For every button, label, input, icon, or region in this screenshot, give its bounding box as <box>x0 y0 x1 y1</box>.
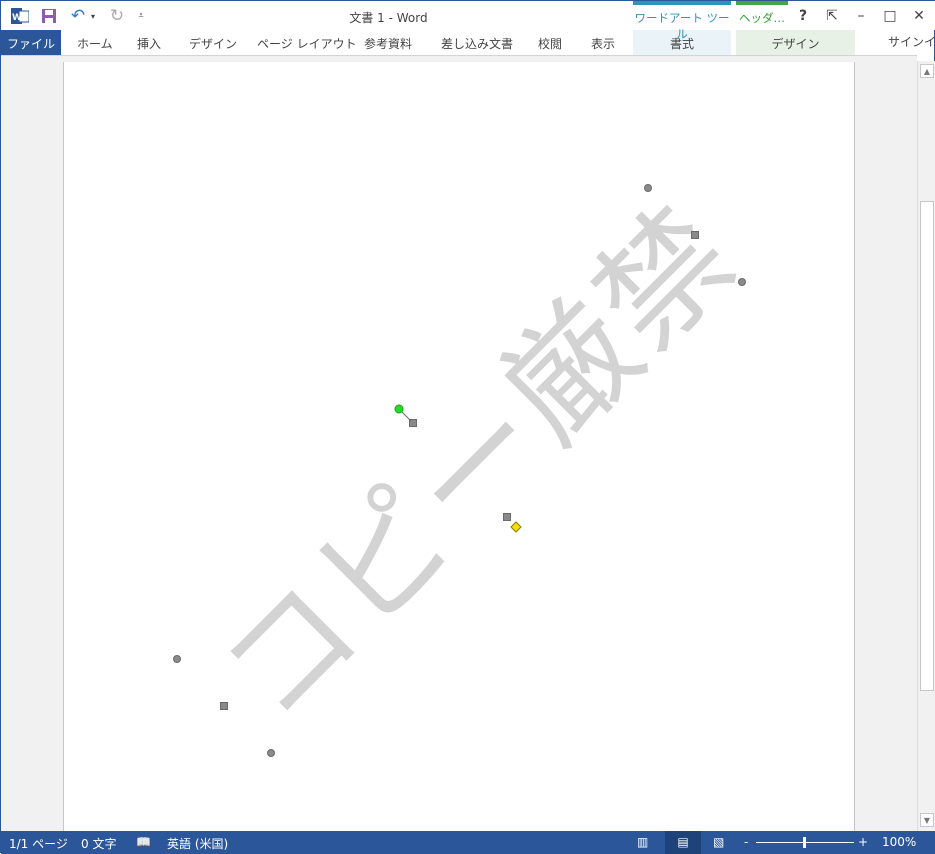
zoom-slider-thumb[interactable] <box>803 837 806 848</box>
zoom-out-button[interactable]: - <box>744 835 748 849</box>
web-layout-icon[interactable]: ▧ <box>713 835 724 849</box>
header-tools-header: ヘッダ… <box>736 1 788 30</box>
tab-file[interactable]: ファイル <box>1 30 61 55</box>
ribbon-display-options-button[interactable]: ⇱ <box>819 5 845 27</box>
zoom-in-button[interactable]: + <box>858 835 868 849</box>
tab-references[interactable]: 参考資料 <box>364 30 412 55</box>
status-bar: 1/1 ページ 0 文字 📖 英語 (米国) ▥ ▤ ▧ - + 100% <box>1 831 935 854</box>
scroll-thumb[interactable] <box>920 201 934 691</box>
page-count[interactable]: 1/1 ページ <box>9 835 68 852</box>
print-layout-icon[interactable]: ▤ <box>665 831 701 854</box>
document-page[interactable] <box>63 62 855 831</box>
tab-home[interactable]: ホーム <box>77 30 113 55</box>
read-mode-icon[interactable]: ▥ <box>637 835 648 849</box>
tab-view[interactable]: 表示 <box>591 30 615 55</box>
tab-insert[interactable]: 挿入 <box>137 30 161 55</box>
minimize-button[interactable]: – <box>848 5 874 27</box>
tab-page-layout[interactable]: ページ レイアウト <box>257 30 357 55</box>
wordart-tools-header: ワードアート ツール <box>633 1 731 41</box>
vertical-scrollbar[interactable]: ▲ ▼ <box>917 61 935 831</box>
close-button[interactable]: ✕ <box>906 5 932 27</box>
help-button[interactable]: ? <box>790 5 816 27</box>
scroll-up-icon[interactable]: ▲ <box>920 64 934 78</box>
tab-mailings[interactable]: 差し込み文書 <box>441 30 513 55</box>
zoom-level[interactable]: 100% <box>882 835 916 849</box>
tab-design[interactable]: デザイン <box>189 30 237 55</box>
ribbon-tabs: ファイル ホーム 挿入 デザイン ページ レイアウト 参考資料 差し込み文書 校… <box>1 30 935 55</box>
tab-review[interactable]: 校閲 <box>538 30 562 55</box>
word-count[interactable]: 0 文字 <box>81 835 116 852</box>
maximize-button[interactable]: □ <box>877 5 903 27</box>
proofing-icon[interactable]: 📖 <box>136 835 151 849</box>
document-canvas <box>1 55 917 831</box>
sign-in-link[interactable]: サインイン <box>888 28 935 53</box>
scroll-down-icon[interactable]: ▼ <box>920 813 934 827</box>
language[interactable]: 英語 (米国) <box>167 835 228 852</box>
